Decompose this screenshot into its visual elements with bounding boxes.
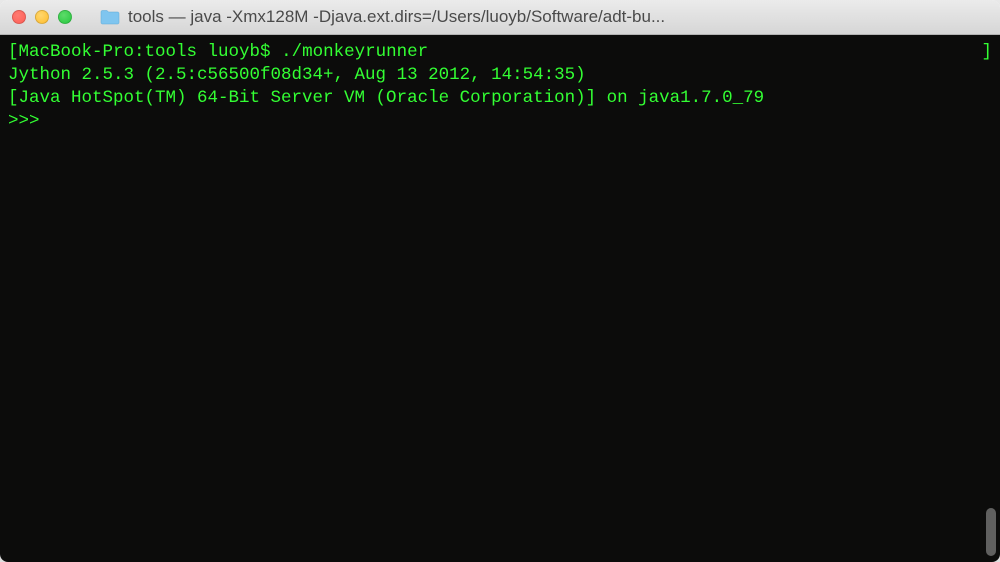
title-content: tools — java -Xmx128M -Djava.ext.dirs=/U… xyxy=(100,7,988,27)
maximize-button[interactable] xyxy=(58,10,72,24)
terminal-window: tools — java -Xmx128M -Djava.ext.dirs=/U… xyxy=(0,0,1000,562)
scrollbar-thumb[interactable] xyxy=(986,508,996,556)
prompt-command: ./monkeyrunner xyxy=(281,42,428,62)
minimize-button[interactable] xyxy=(35,10,49,24)
folder-icon xyxy=(100,9,120,25)
close-button[interactable] xyxy=(12,10,26,24)
terminal-line-3: [Java HotSpot(TM) 64-Bit Server VM (Orac… xyxy=(8,87,992,110)
terminal-line-1: [MacBook-Pro:tools luoyb$ ./monkeyrunner… xyxy=(8,41,992,64)
prompt-open-bracket: [ xyxy=(8,42,19,62)
prompt-close-bracket: ] xyxy=(981,41,992,64)
terminal-line-2: Jython 2.5.3 (2.5:c56500f08d34+, Aug 13 … xyxy=(8,64,992,87)
prompt-host: MacBook-Pro:tools luoyb$ xyxy=(19,42,282,62)
titlebar[interactable]: tools — java -Xmx128M -Djava.ext.dirs=/U… xyxy=(0,0,1000,35)
window-title: tools — java -Xmx128M -Djava.ext.dirs=/U… xyxy=(128,7,665,27)
terminal-line-4: >>> xyxy=(8,110,992,133)
terminal-area[interactable]: [MacBook-Pro:tools luoyb$ ./monkeyrunner… xyxy=(0,35,1000,562)
traffic-lights xyxy=(12,10,72,24)
